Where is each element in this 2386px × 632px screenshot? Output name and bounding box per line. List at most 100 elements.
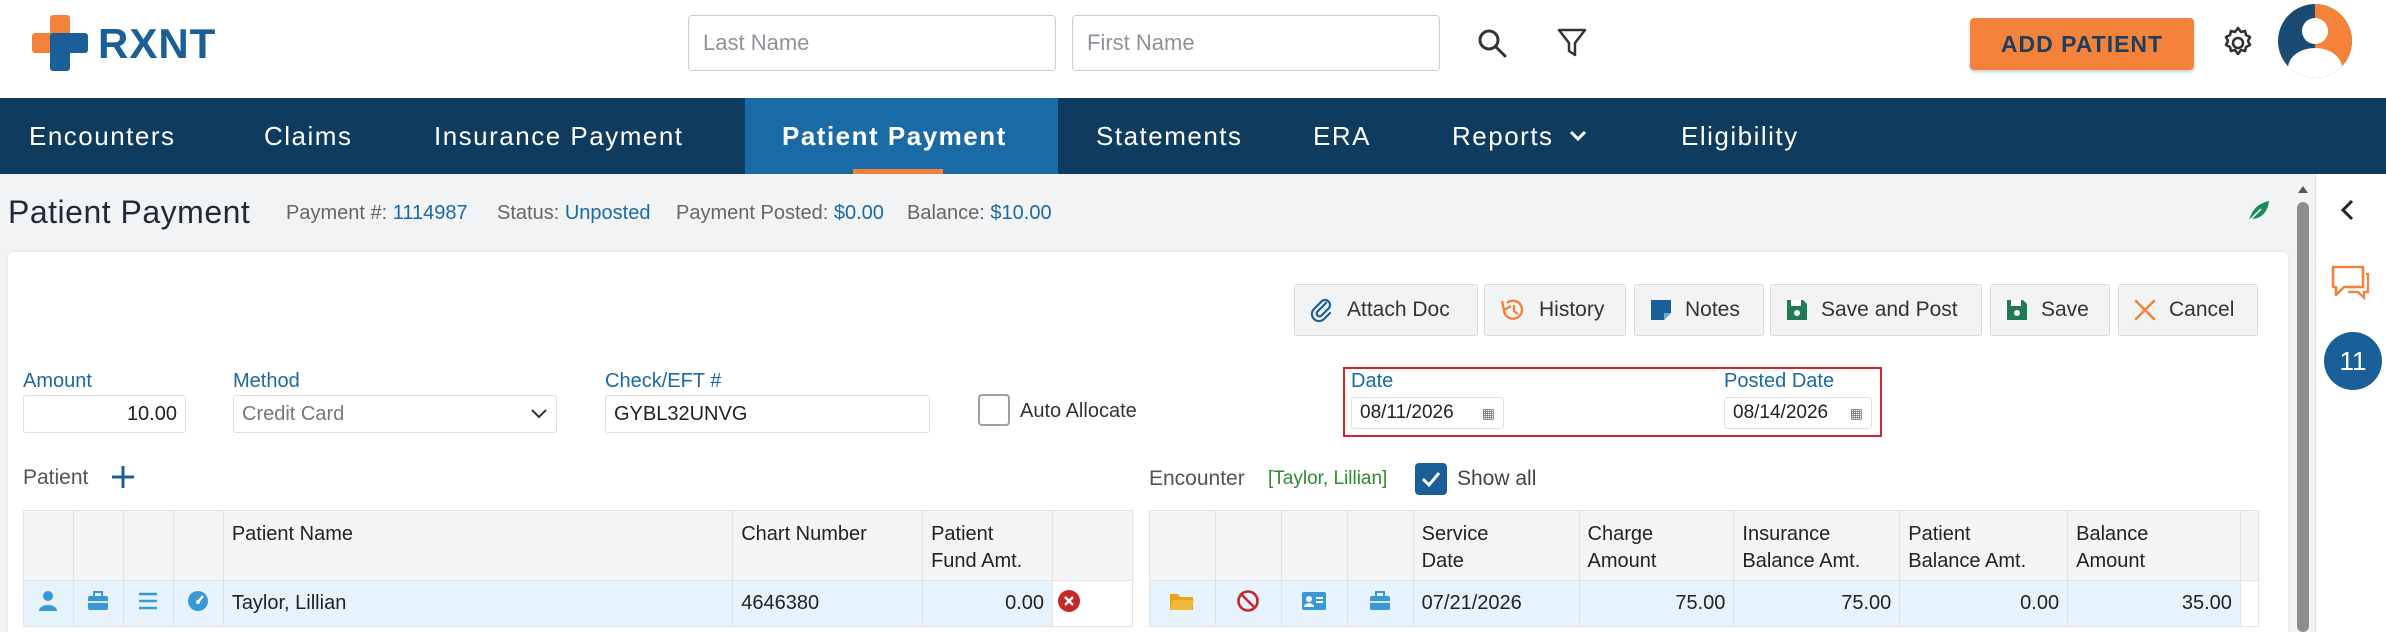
nav-eligibility[interactable]: Eligibility [1660,98,1880,174]
patient-balance-header-line1: Patient [1908,523,1971,545]
auto-allocate-checkbox[interactable] [978,394,1010,426]
user-avatar[interactable] [2278,4,2352,78]
balance-amount-header-line2: Amount [2076,550,2146,572]
floppy-disk-icon [2007,300,2027,320]
filter-icon[interactable] [1552,22,1592,64]
briefcase-icon[interactable] [72,580,124,627]
collapse-chevron-icon[interactable] [2338,198,2358,227]
service-date-cell: 07/21/2026 [1412,580,1580,627]
add-patient-plus-icon[interactable] [110,464,136,495]
remove-icon[interactable] [1057,589,1081,613]
payment-balance-value: $10.00 [990,202,1052,224]
patient-col-icon-2 [72,510,124,581]
rxnt-logo[interactable]: RXNT [30,12,216,76]
add-patient-button[interactable]: ADD PATIENT [1970,18,2194,70]
fund-amount-header[interactable]: Patient Fund Amt. [922,510,1053,581]
nav-claims[interactable]: Claims [220,98,404,174]
list-icon[interactable] [122,580,174,627]
briefcase-icon[interactable] [1346,580,1414,627]
patient-balance-header[interactable]: Patient Balance Amt. [1899,510,2069,581]
patient-balance-header-line2: Balance Amt. [1908,550,2027,572]
scrollbar-thumb[interactable] [2297,202,2309,632]
logo-text: RXNT [98,20,217,67]
void-icon[interactable] [1214,580,1282,627]
notes-button[interactable]: Notes [1634,284,1764,336]
gauge-icon[interactable] [172,580,224,627]
service-date-header-line1: Service [1421,523,1489,545]
payment-balance: Balance: $10.00 [907,202,1052,225]
patient-name-header[interactable]: Patient Name [222,510,734,581]
save-and-post-button[interactable]: Save and Post [1770,284,1982,336]
insurance-balance-cell: 75.00 [1733,580,1901,627]
chart-number-header[interactable]: Chart Number [732,510,924,581]
scroll-up-icon[interactable] [2297,184,2309,194]
last-name-input[interactable] [688,15,1056,71]
patient-section-label: Patient [23,466,89,489]
right-sidebar: 11 [2315,174,2386,632]
nav-insurance-payment[interactable]: Insurance Payment [404,98,745,174]
show-all-label: Show all [1457,467,1537,490]
vertical-scrollbar[interactable] [2290,180,2312,632]
calendar-icon[interactable]: ▦ [1482,405,1495,422]
table-row[interactable]: 07/21/2026 75.00 75.00 0.00 35.00 [1149,580,2260,627]
save-label: Save [2041,298,2089,321]
fund-amount-header-line2: Fund Amt. [931,550,1023,572]
nav-era[interactable]: ERA [1283,98,1433,174]
amount-input[interactable]: 10.00 [23,395,186,433]
payment-number: Payment #: 1114987 [286,202,468,225]
table-row[interactable]: Taylor, Lillian 4646380 0.00 [23,580,1133,627]
person-icon[interactable] [23,580,74,627]
save-and-post-label: Save and Post [1821,298,1958,321]
paperclip-icon [1310,298,1332,323]
payment-number-label: Payment #: [286,202,388,224]
patient-col-icon-3 [122,510,174,581]
encounter-col-icon-3 [1280,510,1348,581]
charge-amount-header-line2: Amount [1587,550,1657,572]
date-input[interactable]: 08/11/2026 ▦ [1351,397,1504,429]
show-all-checkbox[interactable] [1415,463,1447,495]
fund-amount-cell: 0.00 [922,580,1053,627]
service-date-header-line2: Date [1421,550,1464,572]
check-eft-label: Check/EFT # [605,370,722,392]
encounter-patient-tag: [Taylor, Lillian] [1268,468,1388,489]
chevron-down-icon [1569,130,1586,142]
nav-patient-payment[interactable]: Patient Payment [745,98,1058,174]
method-value: Credit Card [242,402,345,425]
posted-date-input[interactable]: 08/14/2026 ▦ [1724,397,1872,429]
nav-statements[interactable]: Statements [1058,98,1283,174]
first-name-input[interactable] [1072,15,1440,71]
method-select[interactable]: Credit Card [233,395,557,433]
logo-cross-icon [30,13,92,75]
id-card-icon[interactable] [1280,580,1348,627]
notification-badge[interactable]: 11 [2324,332,2382,390]
nav-reports[interactable]: Reports [1433,98,1660,174]
chat-icon[interactable] [2330,264,2370,305]
folder-icon[interactable] [1149,580,1216,627]
remove-patient-cell [1052,580,1133,627]
search-icon[interactable] [1472,22,1512,64]
nav-encounters[interactable]: Encounters [0,98,220,174]
save-button[interactable]: Save [1990,284,2110,336]
attach-doc-label: Attach Doc [1347,298,1450,321]
calendar-icon[interactable]: ▦ [1850,405,1863,422]
charge-amount-header-line1: Charge [1587,523,1654,545]
gear-icon[interactable] [2218,22,2258,64]
encounter-col-icon-2 [1214,510,1282,581]
leaf-icon [2246,198,2272,229]
cancel-button[interactable]: Cancel [2118,284,2258,336]
posted-date-label: Posted Date [1724,370,1835,392]
auto-allocate-label: Auto Allocate [1020,400,1137,422]
charge-amount-header[interactable]: Charge Amount [1578,510,1735,581]
attach-doc-button[interactable]: Attach Doc [1294,284,1478,336]
check-icon [1421,472,1441,487]
service-date-header[interactable]: Service Date [1412,510,1580,581]
encounter-section-label: Encounter [1149,467,1245,490]
payment-posted-label: Payment Posted: [676,202,829,224]
insurance-balance-header[interactable]: Insurance Balance Amt. [1733,510,1901,581]
history-button[interactable]: History [1484,284,1626,336]
balance-amount-header[interactable]: Balance Amount [2067,510,2241,581]
posted-date-value: 08/14/2026 [1733,402,1829,423]
check-eft-input[interactable]: GYBL32UNVG [605,395,930,433]
insurance-balance-header-line2: Balance Amt. [1742,550,1861,572]
patient-col-action [1052,510,1133,581]
